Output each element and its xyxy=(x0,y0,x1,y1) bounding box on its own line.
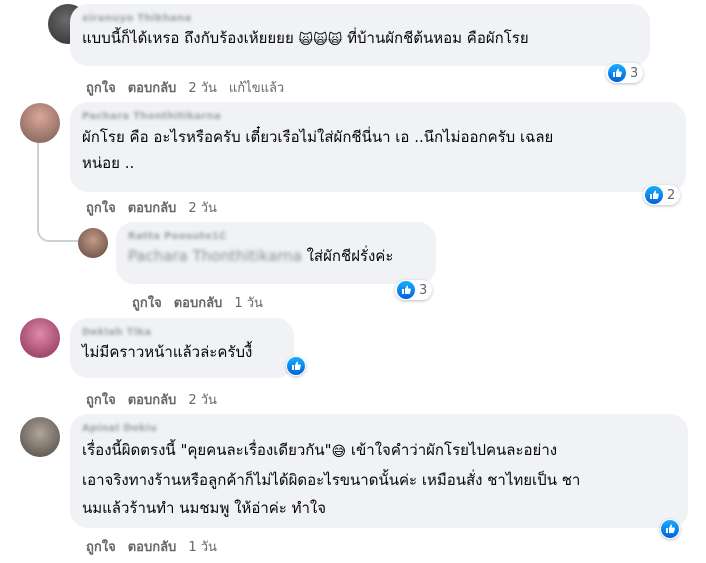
comment-actions: ถูกใจ ตอบกลับ 2 วัน xyxy=(86,389,217,410)
like-link[interactable]: ถูกใจ xyxy=(86,536,116,557)
comment-text-part: เรื่องนี้ผิดตรงนี้ "คุยคนละเรื่องเดียวกั… xyxy=(82,441,332,459)
comment-text: Pachara Thonthitikarna ใส่ผักชีฝรั่งค่ะ xyxy=(128,244,424,268)
edited-label[interactable]: แก้ไขแล้ว xyxy=(229,77,284,98)
timestamp[interactable]: 1 วัน xyxy=(188,536,217,557)
comment-text-part: แบบนี้ก็ได้เหรอ ถึงกับร้องเห้ยยยย xyxy=(82,29,294,47)
comment-text: เรื่องนี้ผิดตรงนี้ "คุยคนละเรื่องเดียวกั… xyxy=(82,436,676,522)
comment-bubble: Apinal Dokiu เรื่องนี้ผิดตรงนี้ "คุยคนละ… xyxy=(70,414,688,528)
reply-link[interactable]: ตอบกลับ xyxy=(128,197,177,218)
reaction-summary[interactable]: 3 xyxy=(606,63,644,83)
comment-bubble: Deklah Tika ไม่มีคราวหน้าแล้วล่ะครับงื้ xyxy=(70,318,294,378)
comment-text-line: หน่อย .. xyxy=(82,154,135,172)
crying-cat-face-icon: 🙀🙀🙀 xyxy=(298,32,343,48)
comment-text: ไม่มีคราวหน้าแล้วล่ะครับงื้ xyxy=(82,343,253,361)
timestamp[interactable]: 2 วัน xyxy=(188,197,217,218)
comment-bubble: Pachara Thonthitikarna ผักโรย คือ อะไรหร… xyxy=(70,102,686,192)
like-link[interactable]: ถูกใจ xyxy=(86,77,116,98)
comment-text: แบบนี้ก็ได้เหรอ ถึงกับร้องเห้ยยยย 🙀🙀🙀 ที… xyxy=(82,26,638,52)
comment-text-part: เข้าใจคำว่าผักโรยไปคนละอย่าง xyxy=(346,441,558,459)
comment-bubble: xiranuyo Thikhana แบบนี้ก็ได้เหรอ ถึงกับ… xyxy=(70,4,650,66)
comment-text-line: เรื่องนี้ผิดตรงนี้ "คุยคนละเรื่องเดียวกั… xyxy=(82,436,676,466)
like-icon xyxy=(645,186,663,204)
reply-link[interactable]: ตอบกลับ xyxy=(128,77,177,98)
comment-actions: ถูกใจ ตอบกลับ 2 วัน แก้ไขแล้ว xyxy=(86,77,284,98)
reaction-summary[interactable]: 3 xyxy=(395,280,433,300)
avatar[interactable] xyxy=(20,417,60,457)
comment-text-part: ที่บ้านผักชีต้นหอม คือผักโรย xyxy=(347,29,529,47)
timestamp[interactable]: 2 วัน xyxy=(188,389,217,410)
comment-text-line: เอาจริงทางร้านหรือลูกค้าก็ไม่ได้ผิดอะไรข… xyxy=(82,471,581,489)
like-icon xyxy=(287,357,305,375)
comment-actions: ถูกใจ ตอบกลับ 1 วัน xyxy=(132,292,263,313)
reaction-summary[interactable] xyxy=(286,356,306,376)
timestamp[interactable]: 1 วัน xyxy=(234,292,263,313)
avatar[interactable] xyxy=(20,318,60,358)
reply-link[interactable]: ตอบกลับ xyxy=(174,292,223,313)
avatar[interactable] xyxy=(78,228,108,258)
reaction-count: 2 xyxy=(667,187,676,203)
reaction-count: 3 xyxy=(419,282,428,298)
like-link[interactable]: ถูกใจ xyxy=(86,197,116,218)
comment-author[interactable]: Ratta Poosuto1C xyxy=(128,230,424,244)
like-icon xyxy=(661,520,679,538)
reaction-summary[interactable]: 2 xyxy=(643,185,681,205)
comment-text-part: ใส่ผักชีฝรั่งค่ะ xyxy=(306,247,394,265)
comment-text-line: นมแล้วร้านทำ นมชมพู ให้อ่าค่ะ ทำใจ xyxy=(82,499,327,517)
comment-bubble: Ratta Poosuto1C Pachara Thonthitikarna ใ… xyxy=(116,222,436,284)
comment-text: ผักโรย คือ อะไรหรือครับ เตี๋ยวเรือไม่ใส่… xyxy=(82,124,674,176)
reply-link[interactable]: ตอบกลับ xyxy=(128,536,177,557)
like-icon xyxy=(397,281,415,299)
comment-author[interactable]: Deklah Tika xyxy=(82,326,282,340)
timestamp[interactable]: 2 วัน xyxy=(188,77,217,98)
comment-actions: ถูกใจ ตอบกลับ 2 วัน xyxy=(86,197,217,218)
mention-tag[interactable]: Pachara Thonthitikarna xyxy=(128,247,302,265)
reply-link[interactable]: ตอบกลับ xyxy=(128,389,177,410)
comment-author[interactable]: xiranuyo Thikhana xyxy=(82,12,638,26)
comment-text-line: ผักโรย คือ อะไรหรือครับ เตี๋ยวเรือไม่ใส่… xyxy=(82,128,554,146)
comment-actions: ถูกใจ ตอบกลับ 1 วัน xyxy=(86,536,217,557)
reaction-summary[interactable] xyxy=(660,519,680,539)
comment-author[interactable]: Apinal Dokiu xyxy=(82,422,676,436)
reaction-count: 3 xyxy=(630,65,639,81)
avatar[interactable] xyxy=(20,103,60,143)
grinning-sweat-icon: 😅 xyxy=(331,444,347,460)
comment-author[interactable]: Pachara Thonthitikarna xyxy=(82,110,674,124)
like-link[interactable]: ถูกใจ xyxy=(86,389,116,410)
like-icon xyxy=(608,64,626,82)
like-link[interactable]: ถูกใจ xyxy=(132,292,162,313)
